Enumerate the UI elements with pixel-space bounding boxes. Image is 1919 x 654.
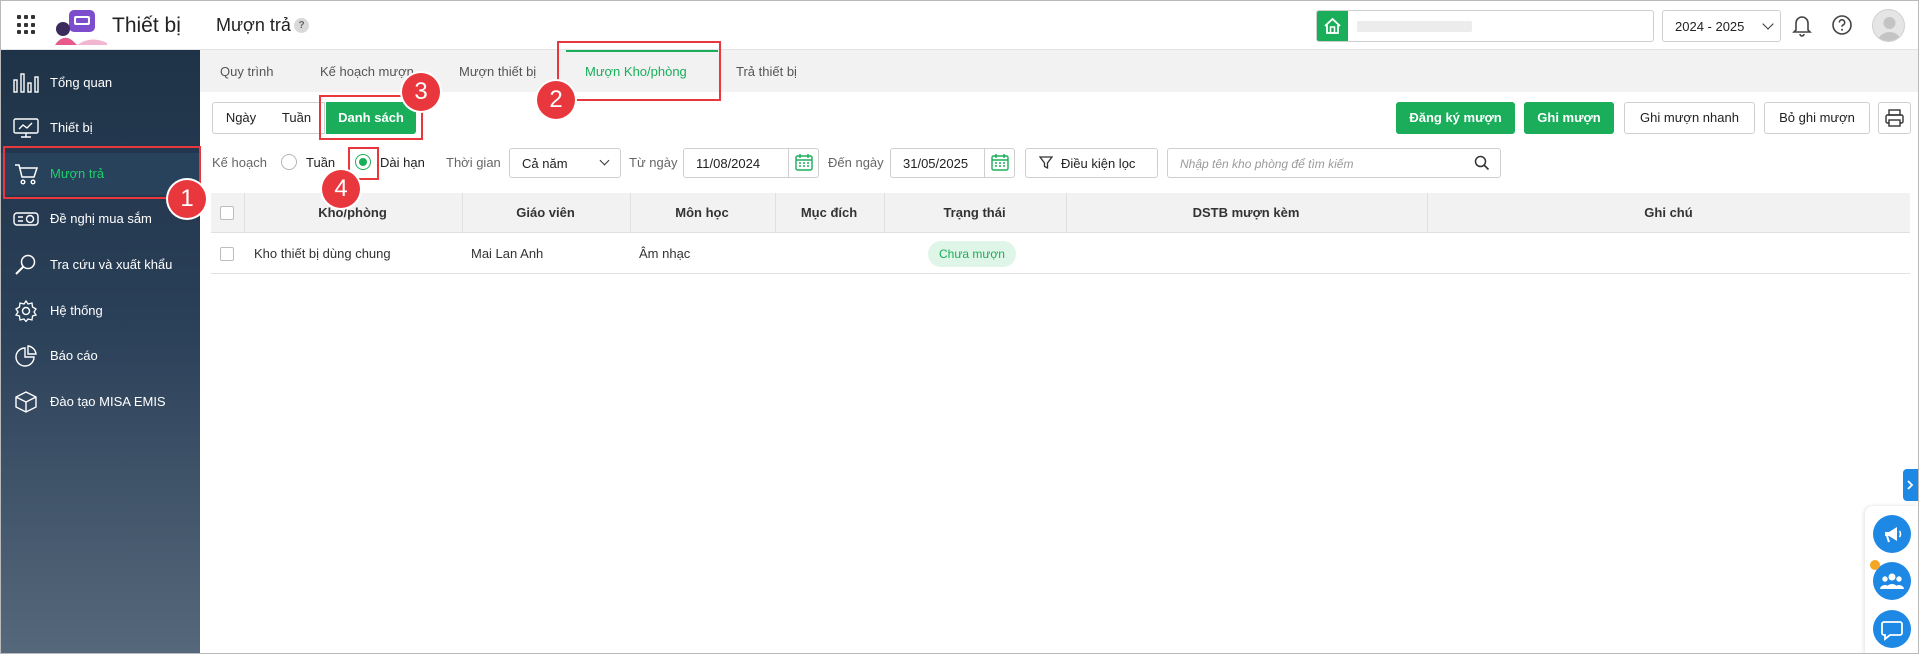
notification-dot	[1870, 560, 1880, 570]
calendar-icon[interactable]	[984, 149, 1014, 177]
search-placeholder: Nhập tên kho phòng để tìm kiếm	[1180, 157, 1354, 171]
school-year-select[interactable]: 2024 - 2025	[1662, 10, 1781, 42]
sidebar-item-label: Hệ thống	[50, 303, 103, 318]
plan-week-label[interactable]: Tuần	[306, 155, 335, 170]
help-badge[interactable]: ?	[294, 18, 309, 33]
top-bar: Thiết bị Mượn trả ? 2024 - 2025	[1, 1, 1918, 50]
register-borrow-button[interactable]: Đăng ký mượn	[1396, 102, 1515, 134]
chevron-down-icon	[1762, 18, 1774, 30]
from-date-label: Từ ngày	[629, 155, 678, 170]
table-header: Kho/phòng Giáo viên Môn học Mục đích Trạ…	[211, 193, 1910, 233]
time-select-value: Cả năm	[522, 156, 568, 171]
column-header-teacher[interactable]: Giáo viên	[462, 193, 629, 233]
to-date-value: 31/05/2025	[903, 156, 969, 171]
column-header-note[interactable]: Ghi chú	[1427, 193, 1910, 233]
school-year-value: 2024 - 2025	[1675, 19, 1745, 34]
help-circle-icon[interactable]	[1831, 14, 1853, 36]
annotation-number-3: 3	[402, 73, 440, 111]
column-header-purpose[interactable]: Mục đích	[775, 193, 883, 233]
tab-bar: Quy trình Kế hoạch mượn Mượn thiết bị Mư…	[200, 50, 1918, 92]
status-badge: Chưa mượn	[928, 241, 1016, 267]
search-icon	[15, 254, 36, 275]
search-input[interactable]: Nhập tên kho phòng để tìm kiếm	[1167, 148, 1501, 178]
sidebar-item-dao-tao[interactable]: Đào tạo MISA EMIS	[1, 381, 200, 423]
time-select[interactable]: Cả năm	[509, 148, 621, 178]
sidebar-item-thiet-bi[interactable]: Thiết bị	[1, 107, 200, 149]
avatar[interactable]	[1872, 9, 1905, 42]
sidebar-item-tra-cuu[interactable]: Tra cứu và xuất khẩu	[1, 244, 200, 286]
chevron-down-icon	[599, 155, 610, 166]
apps-grid-icon[interactable]	[17, 15, 37, 35]
filter-condition-button[interactable]: Điều kiện lọc	[1025, 148, 1158, 178]
bell-icon[interactable]	[1791, 13, 1813, 37]
sidebar-item-he-thong[interactable]: Hệ thống	[1, 290, 200, 332]
projector-icon	[13, 212, 39, 226]
tab-tra-thiet-bi[interactable]: Trả thiết bị	[736, 64, 797, 79]
annotation-box-tab	[557, 41, 721, 101]
annotation-number-4: 4	[322, 170, 360, 208]
sidebar-item-bao-cao[interactable]: Báo cáo	[1, 335, 200, 377]
to-date-input[interactable]: 31/05/2025	[890, 148, 1015, 178]
to-date-label: Đến ngày	[828, 155, 884, 170]
column-header-status[interactable]: Trạng thái	[884, 193, 1065, 233]
page-title: Mượn trả	[216, 15, 291, 35]
sidebar-item-label: Báo cáo	[50, 348, 98, 363]
column-header-subject[interactable]: Môn học	[630, 193, 774, 233]
view-day-button[interactable]: Ngày	[212, 102, 270, 134]
chevron-right-icon	[1907, 480, 1914, 490]
tab-muon-thiet-bi[interactable]: Mượn thiết bị	[459, 64, 536, 79]
annotation-number-1: 1	[168, 180, 206, 218]
printer-icon	[1885, 109, 1904, 127]
quick-record-button[interactable]: Ghi mượn nhanh	[1624, 102, 1755, 134]
megaphone-icon	[1885, 527, 1902, 543]
sidebar-item-label: Đào tạo MISA EMIS	[50, 394, 166, 409]
app-window: Thiết bị Mượn trả ? 2024 - 2025 Tổng qua…	[0, 0, 1919, 654]
app-logo	[55, 10, 107, 45]
app-title: Thiết bị	[112, 14, 181, 37]
collapse-panel-tab[interactable]	[1903, 469, 1918, 501]
cube-icon	[15, 391, 37, 413]
from-date-value: 11/08/2024	[696, 156, 761, 171]
sidebar-item-label: Đề nghị mua sắm	[50, 211, 152, 226]
tab-ke-hoach-muon[interactable]: Kế hoạch mượn	[320, 64, 414, 79]
sidebar-item-label: Tổng quan	[50, 75, 113, 90]
sidebar-item-label: Thiết bị	[50, 120, 93, 135]
unrecord-button[interactable]: Bỏ ghi mượn	[1764, 102, 1870, 134]
tab-quy-trinh[interactable]: Quy trình	[220, 64, 273, 79]
calendar-icon[interactable]	[788, 149, 818, 177]
sidebar: Tổng quan Thiết bị Mượn trả Đề nghị mua …	[1, 50, 200, 653]
time-label: Thời gian	[446, 155, 501, 170]
record-borrow-button[interactable]: Ghi mượn	[1524, 102, 1614, 134]
announcement-button[interactable]	[1873, 515, 1911, 553]
filter-condition-label: Điều kiện lọc	[1061, 156, 1136, 171]
school-name-redacted	[1357, 21, 1472, 32]
plan-week-radio[interactable]	[281, 154, 297, 170]
print-button[interactable]	[1878, 102, 1911, 134]
sidebar-item-tong-quan[interactable]: Tổng quan	[1, 62, 200, 104]
view-week-button[interactable]: Tuần	[269, 102, 325, 134]
chat-icon	[1881, 621, 1903, 641]
filter-icon	[1039, 156, 1053, 170]
from-date-input[interactable]: 11/08/2024	[683, 148, 819, 178]
home-icon	[1317, 11, 1348, 41]
sidebar-item-label: Tra cứu và xuất khẩu	[50, 257, 173, 272]
cell-room: Kho thiết bị dùng chung	[254, 246, 391, 261]
gear-icon	[14, 300, 38, 322]
column-header-dstb[interactable]: DSTB mượn kèm	[1066, 193, 1426, 233]
select-all-checkbox[interactable]	[220, 206, 234, 220]
cell-teacher: Mai Lan Anh	[471, 246, 544, 261]
annotation-number-2: 2	[537, 81, 575, 119]
chart-bars-icon	[13, 73, 39, 93]
search-icon[interactable]	[1474, 155, 1490, 171]
plan-label: Kế hoạch	[212, 155, 267, 170]
table-row[interactable]: Kho thiết bị dùng chung Mai Lan Anh Âm n…	[211, 233, 1910, 274]
row-checkbox[interactable]	[220, 247, 234, 261]
cell-subject: Âm nhạc	[639, 246, 691, 261]
pie-chart-icon	[15, 345, 37, 367]
plan-long-term-label[interactable]: Dài hạn	[380, 155, 425, 170]
monitor-icon	[13, 118, 39, 138]
chat-button[interactable]	[1873, 610, 1911, 648]
school-selector[interactable]	[1316, 10, 1654, 42]
